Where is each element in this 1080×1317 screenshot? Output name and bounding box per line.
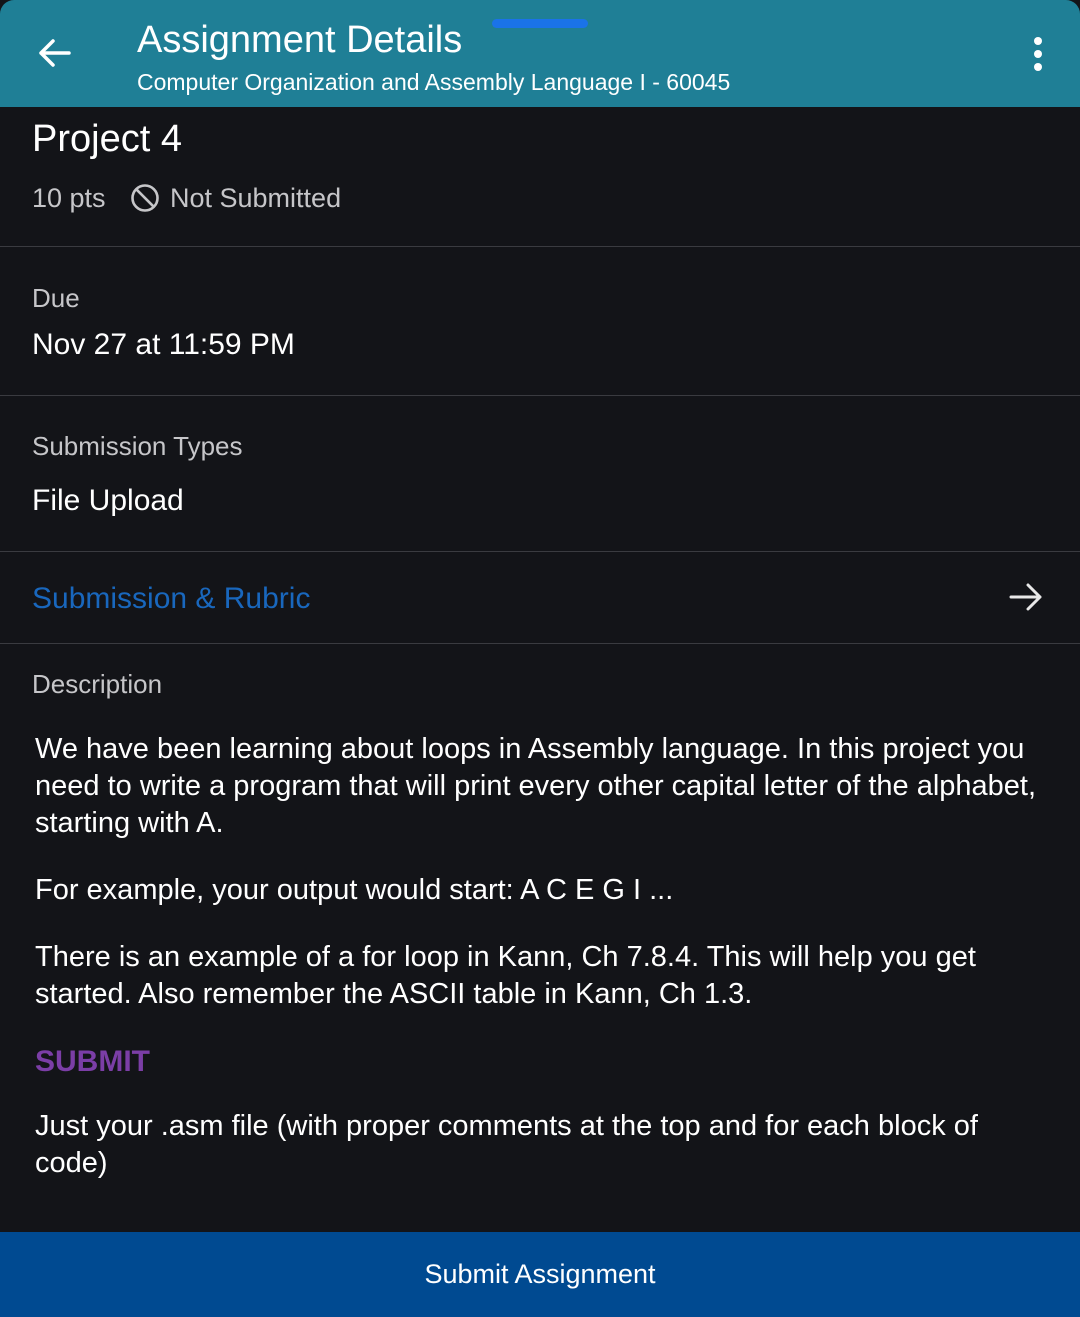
submission-rubric-link[interactable]: Submission & Rubric: [0, 552, 1080, 643]
back-button[interactable]: [26, 30, 82, 76]
submission-types-value: File Upload: [32, 484, 184, 517]
description-body: We have been learning about loops in Ass…: [35, 731, 1045, 1212]
description-paragraph: Just your .asm file (with proper comment…: [35, 1110, 978, 1179]
more-options-button[interactable]: [1018, 30, 1058, 78]
submission-status: Not Submitted: [130, 181, 341, 215]
description-label: Description: [32, 669, 163, 699]
status-text: Not Submitted: [170, 182, 342, 213]
due-date: Nov 27 at 11:59 PM: [32, 328, 295, 361]
arrow-right-icon: [1009, 583, 1042, 611]
assignment-details-screen: Assignment Details Computer Organization…: [0, 0, 1080, 1317]
header-title: Assignment Details: [137, 19, 463, 61]
due-label: Due: [32, 283, 80, 313]
divider: [0, 246, 1080, 247]
more-vertical-icon: [1034, 37, 1042, 45]
course-name: Computer Organization and Assembly Langu…: [137, 69, 731, 95]
submission-rubric-label: Submission & Rubric: [32, 582, 311, 615]
assignment-title: Project 4: [32, 118, 182, 160]
drag-handle[interactable]: [492, 19, 588, 28]
description-paragraph: There is an example of a for loop in Kan…: [35, 941, 976, 1010]
submission-types-label: Submission Types: [32, 431, 243, 461]
submit-heading: SUBMIT: [35, 1045, 150, 1078]
arrow-left-icon: [39, 39, 71, 67]
description-paragraph: For example, your output would start: A …: [35, 874, 674, 906]
divider: [0, 395, 1080, 396]
not-submitted-icon: [131, 184, 159, 212]
submit-assignment-button[interactable]: Submit Assignment: [0, 1232, 1080, 1317]
description-paragraph: We have been learning about loops in Ass…: [35, 733, 1037, 839]
divider: [0, 643, 1080, 644]
points: 10 pts: [32, 183, 106, 213]
app-header: Assignment Details Computer Organization…: [0, 0, 1080, 107]
